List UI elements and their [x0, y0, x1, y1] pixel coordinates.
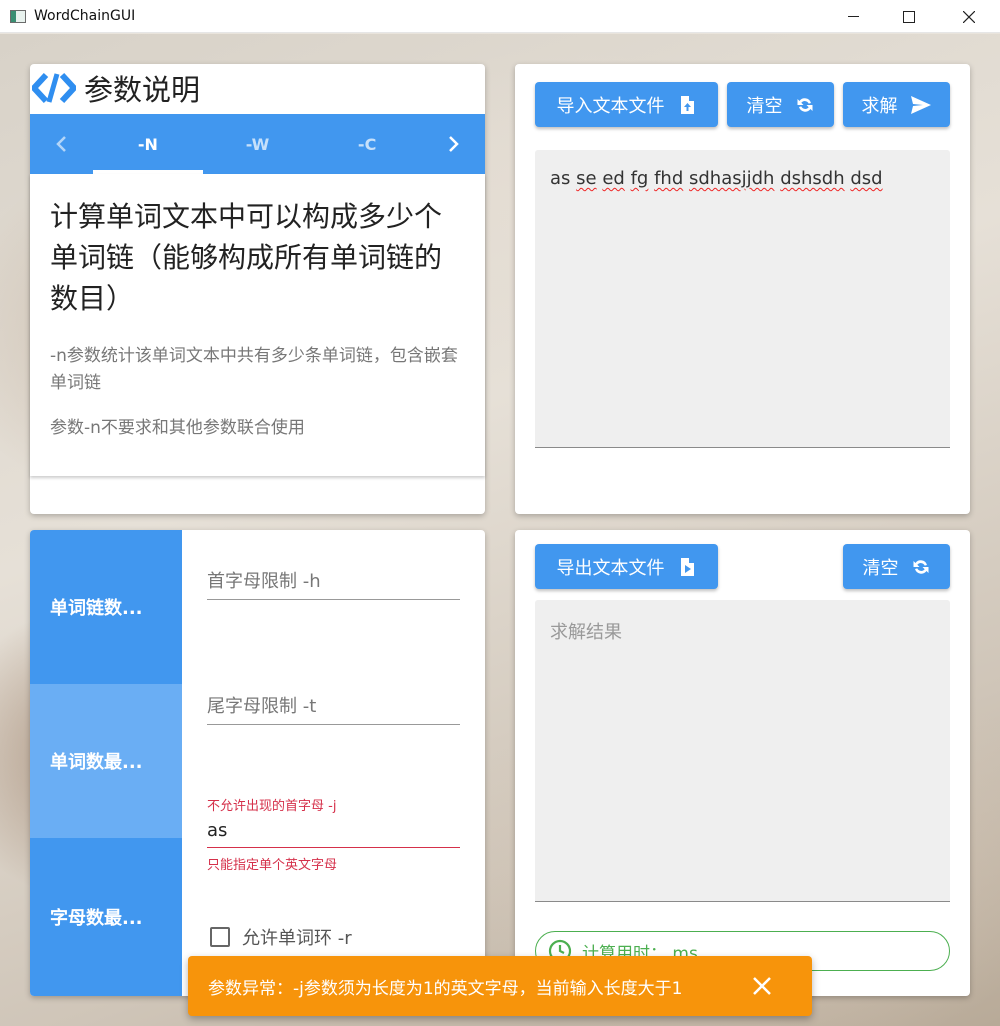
mode-tab-chain-count[interactable]: 单词链数...	[30, 530, 182, 684]
tab-c[interactable]: -C	[312, 114, 422, 174]
clear-input-label: 清空	[746, 95, 783, 117]
window-titlebar: WordChainGUI	[0, 0, 1000, 33]
head-limit-input[interactable]: 首字母限制 -h	[207, 560, 460, 600]
params-tabbar: -N -W -C	[30, 114, 485, 174]
output-card: 导出文本文件 清空 求解结果 计算用时： ms	[515, 530, 970, 996]
result-output[interactable]: 求解结果	[535, 600, 950, 902]
clear-output-label: 清空	[862, 557, 899, 579]
words-input[interactable]: as se ed fg fhd sdhasjjdh dshsdh dsd	[535, 150, 950, 448]
mode-tab-max-words[interactable]: 单词数最...	[30, 684, 182, 838]
tab-n[interactable]: -N	[93, 114, 203, 174]
word: dsd	[850, 168, 883, 189]
file-export-icon	[680, 557, 694, 576]
code-icon	[32, 72, 76, 104]
word: sdhasjjdh	[688, 168, 775, 189]
params-card: 参数说明 -N -W -C 计算单词文本中可以构成多少个单词链（能够构成所有单词…	[30, 64, 485, 514]
allow-cycle-label: 允许单词环 -r	[242, 928, 352, 949]
import-file-label: 导入文本文件	[556, 95, 665, 117]
export-file-label: 导出文本文件	[556, 557, 665, 579]
close-icon[interactable]	[750, 974, 774, 998]
word: ed	[602, 168, 625, 189]
error-snackbar: 参数异常：-j参数须为长度为1的英文字母，当前输入长度大于1	[188, 956, 812, 1016]
word: dshsdh	[780, 168, 845, 189]
mode-tab-max-letters[interactable]: 字母数最...	[30, 838, 182, 996]
close-icon	[963, 10, 975, 23]
forbid-head-label: 不允许出现的首字母 -j	[207, 799, 337, 814]
tab-w[interactable]: -W	[203, 114, 313, 174]
forbid-head-field[interactable]: 不允许出现的首字母 -j as 只能指定单个英文字母	[207, 795, 460, 873]
tab-next-button[interactable]	[422, 114, 485, 174]
solve-button[interactable]: 求解	[843, 82, 950, 127]
word: fhd	[654, 168, 684, 189]
mode-tabs: 单词链数... 单词数最... 字母数最...	[30, 530, 182, 996]
maximize-button[interactable]	[886, 0, 932, 33]
input-card: 导入文本文件 清空 求解 as se ed fg fhd sdhasjjdh d…	[515, 64, 970, 514]
tail-limit-field[interactable]: 尾字母限制 -t	[207, 685, 460, 725]
params-title: 参数说明	[84, 73, 201, 107]
file-upload-icon	[680, 95, 694, 114]
options-card: 单词链数... 单词数最... 字母数最... 首字母限制 -h 尾字母限制 -…	[30, 530, 485, 996]
import-file-button[interactable]: 导入文本文件	[535, 82, 718, 127]
snackbar-message: 参数异常：-j参数须为长度为1的英文字母，当前输入长度大于1	[208, 978, 683, 999]
tab-panel: 计算单词文本中可以构成多少个单词链（能够构成所有单词链的数目） -n参数统计该单…	[30, 174, 485, 476]
chevron-left-icon	[55, 136, 66, 152]
word: as	[550, 168, 571, 189]
chevron-right-icon	[449, 136, 460, 152]
panel-heading: 计算单词文本中可以构成多少个单词链（能够构成所有单词链的数目）	[50, 200, 443, 315]
close-window-button[interactable]	[946, 0, 992, 33]
word: se	[576, 168, 597, 189]
allow-cycle-option[interactable]: 允许单词环 -r	[210, 924, 352, 950]
forbid-head-input[interactable]: as	[207, 814, 460, 848]
panel-note: 参数-n不要求和其他参数联合使用	[50, 418, 305, 438]
clear-input-button[interactable]: 清空	[727, 82, 834, 127]
result-placeholder: 求解结果	[550, 622, 622, 643]
app-icon	[10, 9, 26, 23]
export-file-button[interactable]: 导出文本文件	[535, 544, 718, 589]
panel-description: -n参数统计该单词文本中共有多少条单词链，包含嵌套单词链	[50, 346, 458, 393]
window-title: WordChainGUI	[34, 8, 136, 24]
refresh-icon	[913, 559, 928, 574]
minimize-button[interactable]	[830, 0, 876, 33]
tail-limit-input[interactable]: 尾字母限制 -t	[207, 685, 460, 725]
refresh-icon	[797, 97, 812, 112]
head-limit-field[interactable]: 首字母限制 -h	[207, 560, 460, 600]
clear-output-button[interactable]: 清空	[843, 544, 950, 589]
tab-prev-button[interactable]	[30, 114, 93, 174]
params-header: 参数说明	[30, 64, 200, 112]
forbid-head-error: 只能指定单个英文字母	[207, 858, 338, 873]
solve-label: 求解	[861, 95, 898, 117]
word: fg	[630, 168, 649, 189]
allow-cycle-checkbox[interactable]	[210, 927, 230, 947]
send-icon	[910, 95, 931, 114]
